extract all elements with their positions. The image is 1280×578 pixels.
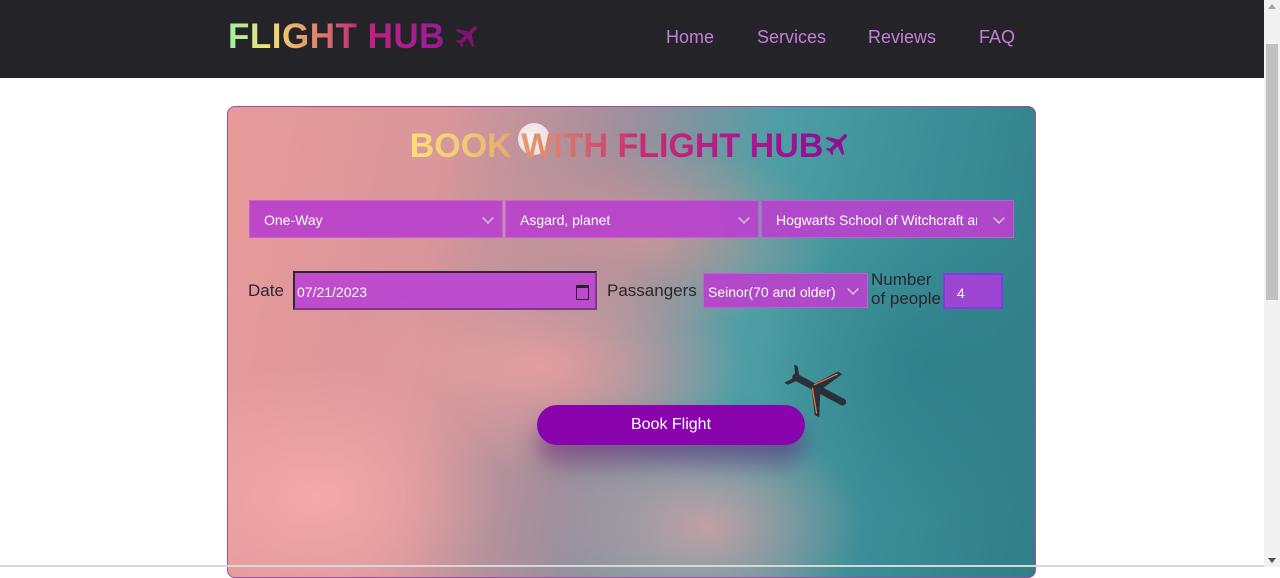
chevron-down-icon — [738, 212, 750, 224]
trip-type-select[interactable]: One-Way — [249, 200, 503, 238]
airplane-icon — [825, 134, 848, 156]
brand-logo[interactable]: FLIGHT HUB — [228, 17, 483, 57]
logo-text: FLIGHT HUB — [228, 17, 445, 56]
scrollbar-thumb[interactable] — [1266, 44, 1278, 300]
nav-home-link[interactable]: Home — [666, 27, 714, 48]
chevron-down-icon — [993, 212, 1005, 224]
navbar: FLIGHT HUB Home Services Reviews FAQ — [0, 0, 1264, 78]
scroll-up-arrow-icon[interactable] — [1268, 4, 1276, 9]
book-flight-button[interactable]: Book Flight — [537, 405, 805, 445]
passenger-type-select[interactable]: Seinor(70 and older) — [703, 273, 868, 308]
nav-services-link[interactable]: Services — [757, 27, 826, 48]
nav-faq-link[interactable]: FAQ — [979, 27, 1015, 48]
date-input[interactable]: 07/21/2023 — [293, 271, 597, 310]
booking-card: BOOK WITH FLIGHT HUB One-Way Asgard, pla… — [227, 106, 1036, 578]
people-count-input[interactable]: 4 — [943, 273, 1003, 309]
calendar-icon[interactable] — [576, 285, 589, 300]
airplane-icon — [455, 25, 477, 48]
scroll-down-arrow-icon[interactable] — [1268, 558, 1276, 563]
people-count-value: 4 — [957, 285, 965, 301]
chevron-down-icon — [482, 212, 494, 224]
trip-type-value: One-Way — [264, 212, 323, 228]
chevron-down-icon — [847, 283, 859, 295]
destination-select[interactable]: Hogwarts School of Witchcraft and Wizard… — [761, 200, 1014, 238]
booking-title: BOOK WITH FLIGHT HUB — [228, 127, 1035, 166]
date-label: Date — [248, 281, 284, 300]
destination-value: Hogwarts School of Witchcraft and Wizard… — [776, 212, 977, 228]
passenger-type-value: Seinor(70 and older) — [708, 284, 836, 300]
date-value: 07/21/2023 — [297, 284, 368, 300]
page-scrollbar[interactable] — [1264, 0, 1280, 567]
origin-select[interactable]: Asgard, planet — [505, 200, 759, 238]
passengers-label: Passangers — [607, 281, 697, 300]
people-label: Number of people — [871, 270, 941, 308]
nav-reviews-link[interactable]: Reviews — [868, 27, 936, 48]
origin-value: Asgard, planet — [520, 212, 611, 228]
